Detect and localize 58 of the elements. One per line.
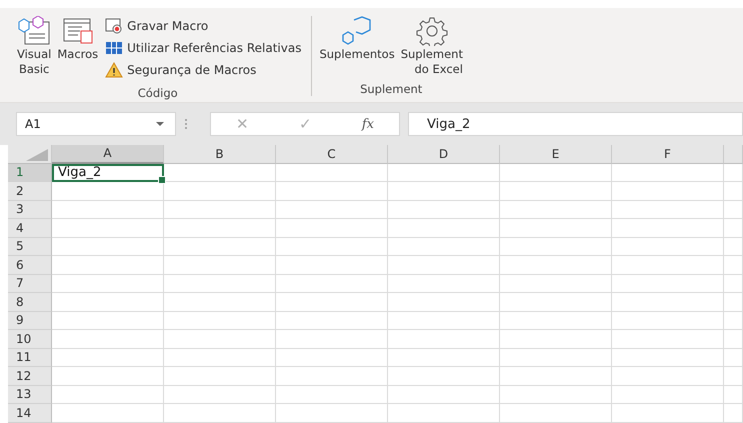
row-header[interactable]: 13 (8, 386, 52, 404)
formula-input[interactable]: Viga_2 (408, 112, 743, 136)
group-label: Código (138, 86, 178, 100)
vba-icon (17, 16, 52, 46)
ribbon-button[interactable]: Suplement do Excel (398, 16, 466, 82)
fill-handle[interactable] (158, 176, 166, 184)
column-header[interactable]: E (500, 145, 612, 164)
row-header[interactable]: 14 (8, 404, 52, 422)
ribbon-button[interactable]: Visual Basic (14, 16, 54, 86)
column-header[interactable]: B (164, 145, 276, 164)
table-cell (724, 200, 743, 219)
select-all-button[interactable] (8, 145, 52, 164)
ribbon-button[interactable]: Gravar Macro (105, 16, 302, 36)
table-cell (724, 348, 743, 367)
insert-function-button[interactable]: fx (362, 116, 374, 132)
corner-triangle-icon[interactable] (26, 148, 48, 160)
row-header[interactable]: 7 (8, 274, 52, 293)
table-cell (724, 256, 743, 274)
table-cell (724, 238, 743, 256)
table-cell (724, 330, 743, 348)
row-header[interactable]: 5 (8, 238, 52, 256)
table-cell (724, 274, 743, 293)
table-cell (724, 404, 743, 422)
table-cell (724, 182, 743, 200)
table-cell (724, 367, 743, 386)
table-cell (724, 219, 743, 238)
table-cell (724, 312, 743, 330)
table-grid-icon (105, 40, 124, 56)
group-label: Suplement (360, 82, 422, 96)
ribbon-button[interactable]: Suplementos (316, 16, 398, 82)
table-cell (724, 164, 743, 182)
settings-icon (414, 16, 449, 46)
warning-icon (105, 62, 124, 78)
row-header[interactable]: 1 (8, 164, 52, 182)
column-header[interactable]: C (276, 145, 388, 164)
row-header[interactable]: 9 (8, 312, 52, 330)
row-header[interactable]: 6 (8, 256, 52, 274)
record-icon (105, 18, 124, 34)
column-header[interactable]: D (388, 145, 500, 164)
row-header[interactable]: 11 (8, 348, 52, 367)
row-header[interactable]: 12 (8, 367, 52, 386)
row-header[interactable]: 3 (8, 200, 52, 219)
column-header[interactable]: A (52, 145, 164, 164)
ribbon-button[interactable]: Segurança de Macros (105, 60, 302, 80)
ribbon-button[interactable]: Macros (54, 16, 102, 86)
row-header[interactable]: 8 (8, 293, 52, 312)
name-box[interactable]: A1 (16, 112, 176, 136)
row-header[interactable]: 2 (8, 182, 52, 200)
active-cell[interactable]: Viga_2 (52, 164, 164, 182)
column-header[interactable]: F (612, 145, 724, 164)
column-header[interactable] (724, 145, 743, 164)
table-cell (724, 293, 743, 312)
table-cell (724, 386, 743, 404)
macro-sheet-icon (60, 16, 95, 46)
row-header[interactable]: 10 (8, 330, 52, 348)
grip-icon[interactable] (184, 118, 188, 130)
row-header[interactable]: 4 (8, 219, 52, 238)
ribbon-button[interactable]: Utilizar Referências Relativas (105, 38, 302, 58)
